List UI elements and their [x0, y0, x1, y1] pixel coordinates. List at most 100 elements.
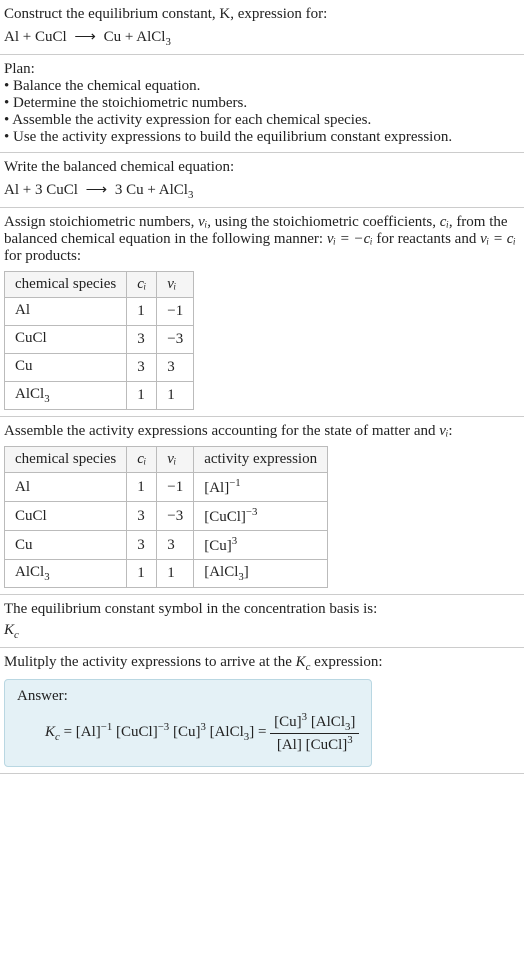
cell-act: [Cu]3: [194, 531, 328, 560]
cell-sp: Al: [5, 298, 127, 326]
activity-table: chemical species cᵢ νᵢ activity expressi…: [4, 446, 328, 588]
act-exp: −3: [246, 506, 258, 518]
table-row: Al 1 −1: [5, 298, 194, 326]
col-nui: νᵢ: [157, 447, 194, 473]
act-base: [AlCl: [204, 564, 238, 580]
cell-v: 3: [157, 354, 194, 382]
plan-item-2: • Assemble the activity expression for e…: [4, 112, 520, 129]
intro-text: Construct the equilibrium constant, K, e…: [4, 6, 327, 22]
cell-c: 1: [127, 473, 157, 502]
act-base: [Al]: [204, 480, 229, 496]
final-section: Mulitply the activity expressions to arr…: [0, 648, 524, 774]
cell-act: [CuCl]−3: [194, 502, 328, 531]
cell-c: 1: [127, 382, 157, 410]
col-species: chemical species: [5, 447, 127, 473]
cell-v: 1: [157, 382, 194, 410]
de: 3: [347, 734, 352, 746]
t: Assign stoichiometric numbers,: [4, 214, 198, 230]
balanced-heading: Write the balanced chemical equation:: [4, 159, 520, 176]
eq-lhs: Al + CuCl: [4, 29, 67, 45]
sp-sub: 3: [44, 393, 49, 405]
t: expression:: [310, 654, 382, 670]
cell-sp: CuCl: [5, 502, 127, 531]
cell-sp: AlCl3: [5, 560, 127, 588]
answer-label: Answer:: [17, 688, 359, 705]
activity-heading: Assemble the activity expressions accoun…: [4, 423, 520, 440]
k: K: [296, 654, 306, 670]
final-heading: Mulitply the activity expressions to arr…: [4, 654, 520, 673]
table-row: CuCl 3 −3: [5, 326, 194, 354]
act-after: ]: [244, 564, 249, 580]
t: for products:: [4, 248, 81, 264]
k: K: [4, 622, 14, 638]
kc-symbol: Kc: [4, 622, 520, 641]
t: , using the stoichiometric coefficients,: [207, 214, 440, 230]
table-row: AlCl3 1 1 [AlCl3]: [5, 560, 328, 588]
nu-i: νᵢ: [198, 214, 207, 230]
nb: [AlCl: [307, 714, 345, 730]
table-header-row: chemical species cᵢ νᵢ: [5, 272, 194, 298]
arrow-icon: ⟶: [70, 29, 100, 45]
rule-react: νᵢ = −cᵢ: [327, 231, 373, 247]
act-exp: −1: [229, 477, 241, 489]
numerator: [Cu]3 [AlCl3]: [270, 711, 359, 734]
act-base: [Cu]: [204, 538, 232, 554]
plan-item-text: Balance the chemical equation.: [13, 78, 200, 94]
arrow-icon: ⟶: [82, 182, 112, 198]
cell-v: −1: [157, 473, 194, 502]
col-species: chemical species: [5, 272, 127, 298]
sp: Cu: [15, 358, 33, 374]
cell-c: 3: [127, 354, 157, 382]
stoich-table: chemical species cᵢ νᵢ Al 1 −1 CuCl 3 −3…: [4, 271, 194, 410]
cell-sp: CuCl: [5, 326, 127, 354]
nu-i: νᵢ: [439, 423, 448, 439]
bal-rhs-sub: 3: [188, 189, 193, 201]
plan-section: Plan: • Balance the chemical equation. •…: [0, 55, 524, 153]
t: for reactants and: [373, 231, 480, 247]
col-ci: cᵢ: [127, 447, 157, 473]
cell-act: [Al]−1: [194, 473, 328, 502]
t2: [CuCl]: [116, 724, 158, 740]
col-ci: cᵢ: [127, 272, 157, 298]
cell-sp: AlCl3: [5, 382, 127, 410]
sp: Al: [15, 479, 30, 495]
cell-v: −3: [157, 326, 194, 354]
cell-act: [AlCl3]: [194, 560, 328, 588]
col-nui: νᵢ: [157, 272, 194, 298]
c-sub: c: [14, 629, 19, 641]
unbalanced-equation: Al + CuCl ⟶ Cu + AlCl3: [4, 27, 520, 48]
table-row: Cu 3 3: [5, 354, 194, 382]
table-row: Al 1 −1 [Al]−1: [5, 473, 328, 502]
t4a: [AlCl: [210, 724, 244, 740]
cell-c: 3: [127, 531, 157, 560]
plan-item-3: • Use the activity expressions to build …: [4, 129, 520, 146]
t: :: [448, 423, 452, 439]
t: Assemble the activity expressions accoun…: [4, 423, 439, 439]
cell-v: −1: [157, 298, 194, 326]
cell-sp: Al: [5, 473, 127, 502]
plan-item-1: • Determine the stoichiometric numbers.: [4, 95, 520, 112]
stoich-section: Assign stoichiometric numbers, νᵢ, using…: [0, 208, 524, 417]
c-sub: c: [55, 731, 60, 743]
answer-box: Answer: Kc = [Al]−1 [CuCl]−3 [Cu]3 [AlCl…: [4, 679, 372, 767]
t3: [Cu]: [173, 724, 201, 740]
cell-c: 1: [127, 560, 157, 588]
denominator: [Al] [CuCl]3: [270, 734, 359, 754]
stoich-text: Assign stoichiometric numbers, νᵢ, using…: [4, 214, 520, 265]
fraction: [Cu]3 [AlCl3] [Al] [CuCl]3: [270, 711, 359, 754]
nc: ]: [350, 714, 355, 730]
cell-c: 3: [127, 502, 157, 531]
bal-lhs: Al + 3 CuCl: [4, 182, 78, 198]
eq-rhs-a: Cu + AlCl: [104, 29, 166, 45]
t1: [Al]: [76, 724, 101, 740]
balanced-equation: Al + 3 CuCl ⟶ 3 Cu + AlCl3: [4, 180, 520, 201]
bal-rhs-a: 3 Cu + AlCl: [115, 182, 188, 198]
cell-c: 3: [127, 326, 157, 354]
da: [Al] [CuCl]: [277, 737, 347, 753]
t4b: ]: [249, 724, 254, 740]
cell-v: 3: [157, 531, 194, 560]
symbol-text: The equilibrium constant symbol in the c…: [4, 601, 520, 618]
sp: AlCl: [15, 386, 44, 402]
sp: AlCl: [15, 564, 44, 580]
sp: CuCl: [15, 508, 47, 524]
